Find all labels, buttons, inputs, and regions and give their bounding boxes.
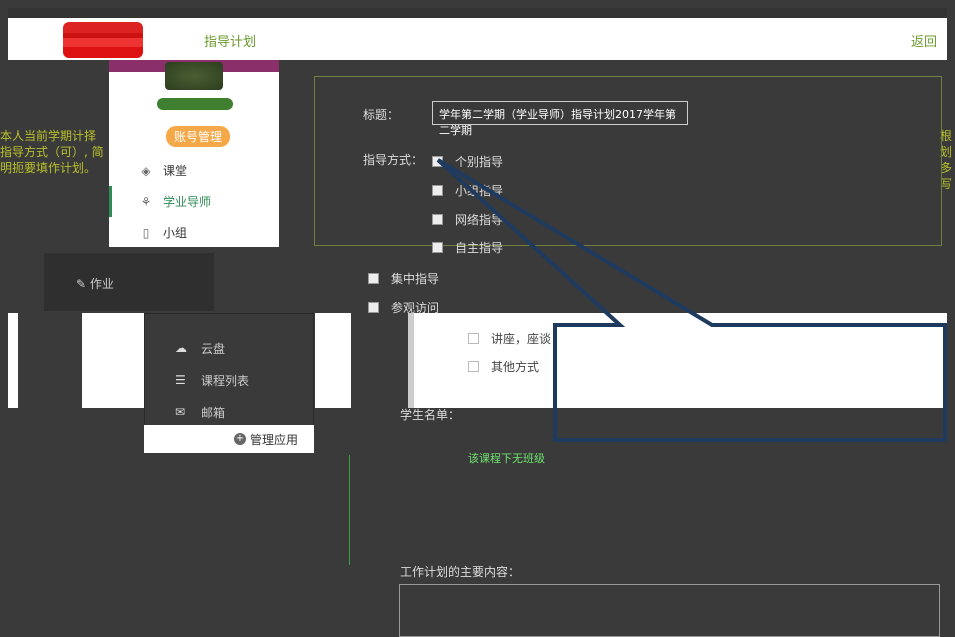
annotation-arrow-overlay: [436, 158, 947, 442]
annotation-arrow: [436, 158, 947, 442]
